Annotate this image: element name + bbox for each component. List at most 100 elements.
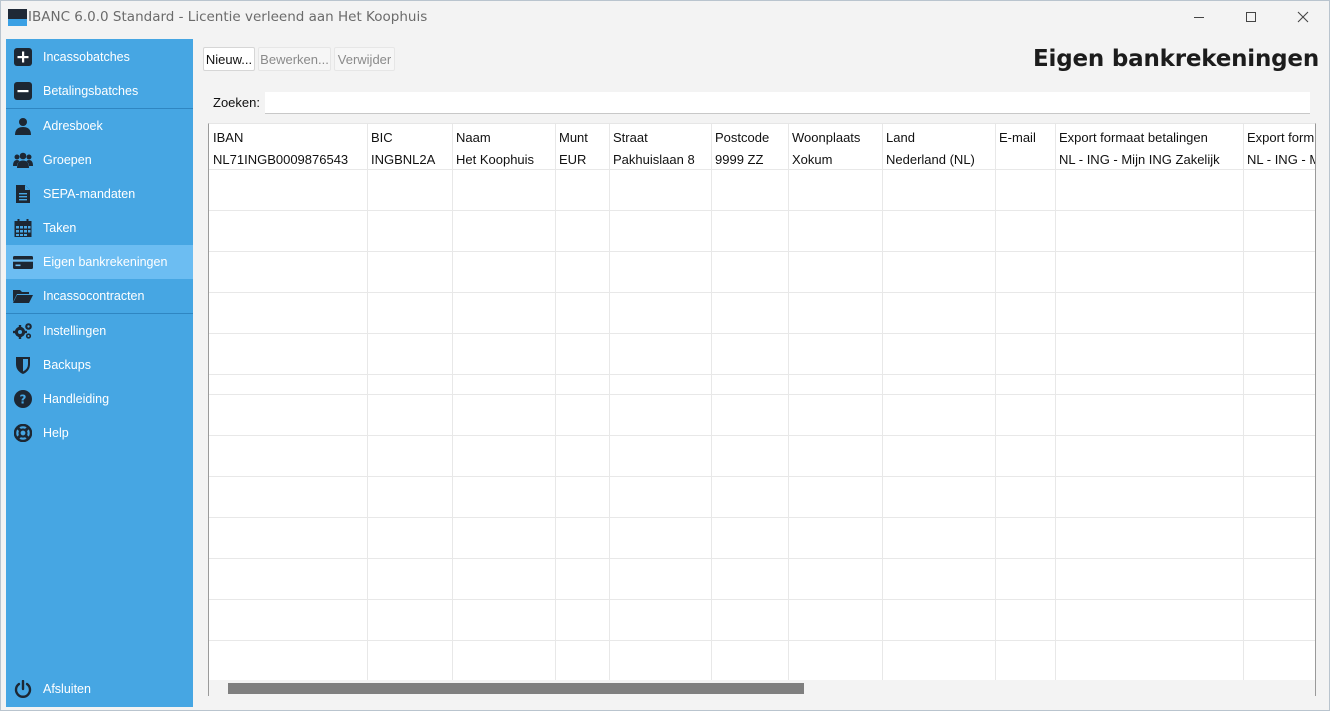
- column-header-bic[interactable]: BIC: [371, 130, 449, 145]
- table-cell-bic[interactable]: INGBNL2A: [371, 152, 449, 167]
- group-icon: [13, 151, 33, 169]
- minimize-icon: [1194, 17, 1204, 18]
- sidebar-item-label: Instellingen: [43, 324, 107, 338]
- sidebar-item-help[interactable]: Help: [6, 416, 193, 450]
- delete-button[interactable]: Verwijder: [334, 47, 395, 71]
- table-cell-straat[interactable]: Pakhuislaan 8: [613, 152, 709, 167]
- calendar-icon: [13, 219, 33, 237]
- table-cell-woonplaats[interactable]: Xokum: [792, 152, 880, 167]
- column-divider: [1055, 124, 1056, 680]
- search-input[interactable]: [265, 92, 1310, 114]
- title-bar: IBANC 6.0.0 Standard - Licentie verleend…: [1, 1, 1329, 35]
- row-divider: [209, 374, 1315, 375]
- column-divider: [367, 124, 368, 680]
- column-header-munt[interactable]: Munt: [559, 130, 607, 145]
- window-title: IBANC 6.0.0 Standard - Licentie verleend…: [28, 9, 428, 25]
- column-divider: [1243, 124, 1244, 680]
- sidebar-item-label: Help: [43, 426, 69, 440]
- question-circle-icon: ?: [13, 390, 33, 408]
- folder-open-icon: [13, 287, 33, 305]
- column-header-export-incasso[interactable]: Export form: [1247, 130, 1315, 145]
- column-divider: [882, 124, 883, 680]
- plus-square-icon: [13, 48, 33, 66]
- sidebar-item-label: Backups: [43, 358, 91, 372]
- sidebar-item-handleiding[interactable]: ? Handleiding: [6, 382, 193, 416]
- row-divider: [209, 251, 1315, 252]
- credit-card-icon: [13, 253, 33, 271]
- person-icon: [13, 117, 33, 135]
- sidebar-item-incassocontracten[interactable]: Incassocontracten: [6, 279, 193, 313]
- sidebar-item-label: Groepen: [43, 153, 92, 167]
- column-header-naam[interactable]: Naam: [456, 130, 552, 145]
- sidebar-item-adresboek[interactable]: Adresboek: [6, 109, 193, 143]
- column-divider: [452, 124, 453, 680]
- minimize-button[interactable]: [1173, 1, 1225, 33]
- column-header-export-betalingen[interactable]: Export formaat betalingen: [1059, 130, 1241, 145]
- sidebar-item-label: Eigen bankrekeningen: [43, 255, 168, 269]
- horizontal-scrollbar[interactable]: [209, 680, 1315, 696]
- row-divider: [209, 210, 1315, 211]
- edit-button[interactable]: Bewerken...: [258, 47, 331, 71]
- app-logo-icon: [8, 9, 27, 26]
- new-button[interactable]: Nieuw...: [203, 47, 255, 71]
- sidebar-item-label: Incassocontracten: [43, 289, 145, 303]
- row-divider: [209, 435, 1315, 436]
- column-header-email[interactable]: E-mail: [999, 130, 1053, 145]
- sidebar-item-taken[interactable]: Taken: [6, 211, 193, 245]
- sidebar-item-label: Handleiding: [43, 392, 110, 406]
- table-cell-land[interactable]: Nederland (NL): [886, 152, 993, 167]
- close-button[interactable]: [1277, 1, 1329, 33]
- table-cell-iban[interactable]: NL71INGB0009876543: [213, 152, 363, 167]
- column-header-iban[interactable]: IBAN: [213, 130, 363, 145]
- row-divider: [209, 558, 1315, 559]
- row-divider: [209, 292, 1315, 293]
- column-divider: [609, 124, 610, 680]
- row-divider: [209, 169, 1315, 170]
- sidebar-item-label: Incassobatches: [43, 50, 130, 64]
- table-cell-munt[interactable]: EUR: [559, 152, 607, 167]
- sidebar-item-betalingsbatches[interactable]: Betalingsbatches: [6, 74, 193, 108]
- table-cell-export-incasso[interactable]: NL - ING - M: [1247, 152, 1315, 167]
- table-cell-naam[interactable]: Het Koophuis: [456, 152, 552, 167]
- column-header-woonplaats[interactable]: Woonplaats: [792, 130, 880, 145]
- sidebar-item-incassobatches[interactable]: Incassobatches: [6, 40, 193, 74]
- column-divider: [711, 124, 712, 680]
- close-icon: [1297, 11, 1309, 23]
- sidebar-item-instellingen[interactable]: Instellingen: [6, 314, 193, 348]
- minus-square-icon: [13, 82, 33, 100]
- exit-label: Afsluiten: [43, 682, 91, 696]
- row-divider: [209, 517, 1315, 518]
- sidebar-item-label: Betalingsbatches: [43, 84, 139, 98]
- document-icon: [13, 185, 33, 203]
- gears-icon: [13, 322, 33, 340]
- sidebar-item-backups[interactable]: Backups: [6, 348, 193, 382]
- sidebar-item-label: SEPA-mandaten: [43, 187, 136, 201]
- column-header-straat[interactable]: Straat: [613, 130, 709, 145]
- column-divider: [995, 124, 996, 680]
- sidebar-item-sepa-mandaten[interactable]: SEPA-mandaten: [6, 177, 193, 211]
- sidebar-item-label: Taken: [43, 221, 77, 235]
- column-header-land[interactable]: Land: [886, 130, 993, 145]
- lifebuoy-icon: [13, 424, 33, 442]
- scrollbar-thumb[interactable]: [228, 683, 804, 694]
- column-divider: [788, 124, 789, 680]
- accounts-table[interactable]: IBAN BIC Naam Munt Straat Postcode Woonp…: [208, 123, 1316, 696]
- sidebar-item-groepen[interactable]: Groepen: [6, 143, 193, 177]
- table-cell-postcode[interactable]: 9999 ZZ: [715, 152, 786, 167]
- row-divider: [209, 476, 1315, 477]
- column-header-postcode[interactable]: Postcode: [715, 130, 786, 145]
- search-label: Zoeken:: [213, 95, 260, 110]
- row-divider: [209, 333, 1315, 334]
- svg-text:?: ?: [20, 393, 27, 407]
- table-cell-export-betalingen[interactable]: NL - ING - Mijn ING Zakelijk: [1059, 152, 1241, 167]
- column-divider: [555, 124, 556, 680]
- row-divider: [209, 599, 1315, 600]
- sidebar-item-label: Adresboek: [43, 119, 103, 133]
- page-title: Eigen bankrekeningen: [1033, 46, 1319, 72]
- row-divider: [209, 640, 1315, 641]
- maximize-button[interactable]: [1225, 1, 1277, 33]
- app-window: IBANC 6.0.0 Standard - Licentie verleend…: [0, 0, 1330, 711]
- sidebar-item-eigen-bankrekeningen[interactable]: Eigen bankrekeningen: [6, 245, 193, 279]
- power-icon: [13, 680, 33, 698]
- exit-button[interactable]: Afsluiten: [6, 672, 193, 706]
